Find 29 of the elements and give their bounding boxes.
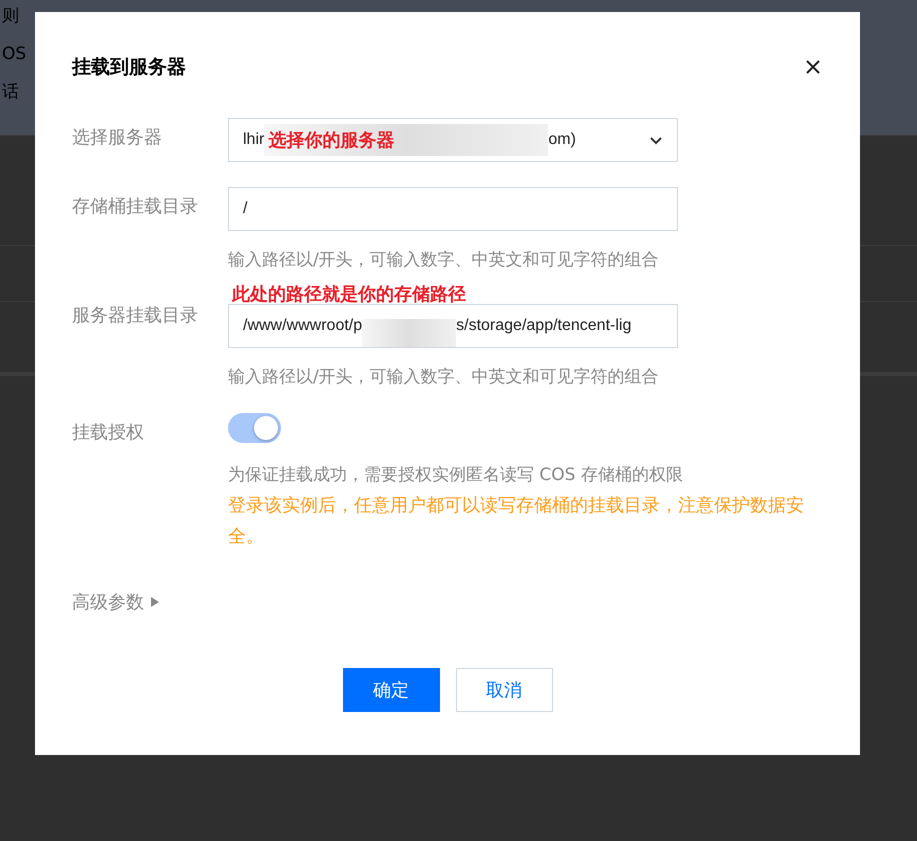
annotation-text: 选择你的服务器: [267, 129, 394, 152]
hint-text: 输入路径以/开头，可输入数字、中英文和可见字符的组合: [228, 249, 660, 271]
field-label: 选择服务器: [72, 126, 163, 150]
annotation-text: 此处的路径就是你的存储路径: [232, 283, 466, 302]
description-text: 为保证挂载成功，需要授权实例匿名读写 COS 存储桶的权限: [228, 464, 684, 486]
field-value: lhir: [243, 131, 264, 149]
background-text: OS: [1, 43, 28, 66]
close-icon[interactable]: [805, 59, 821, 75]
field-label: 存储桶挂载目录: [72, 195, 199, 219]
cancel-button[interactable]: 取消: [456, 668, 552, 712]
field-value: /: [243, 200, 248, 218]
dialog-title: 挂载到服务器: [72, 55, 186, 80]
path-field[interactable]: /: [228, 187, 678, 231]
advanced-toggle[interactable]: 高级参数: [72, 590, 160, 614]
field-value: /www/wwwroot/p: [243, 317, 362, 335]
field-label: 服务器挂载目录: [72, 304, 199, 328]
server-select[interactable]: lhir 选择你的服务器 om): [228, 118, 678, 162]
field-value: s/storage/app/tencent-lig: [456, 317, 632, 335]
field-label: 挂载授权: [72, 421, 145, 445]
caret-right-icon: [150, 596, 160, 608]
hint-text: 输入路径以/开头，可输入数字、中英文和可见字符的组合: [228, 366, 660, 388]
field-value: om): [548, 131, 576, 149]
toggle-switch[interactable]: [228, 413, 281, 443]
chevron-down-icon: [649, 136, 663, 144]
background-text: 则: [1, 5, 20, 28]
warning-text: 登录该实例后，任意用户都可以读写存储桶的挂载目录，注意保护数据安全。: [228, 494, 805, 549]
path-field[interactable]: /www/wwwroot/p s/storage/app/tencent-lig: [228, 304, 678, 348]
confirm-button[interactable]: 确定: [342, 668, 440, 712]
background-text: 话: [1, 81, 20, 104]
